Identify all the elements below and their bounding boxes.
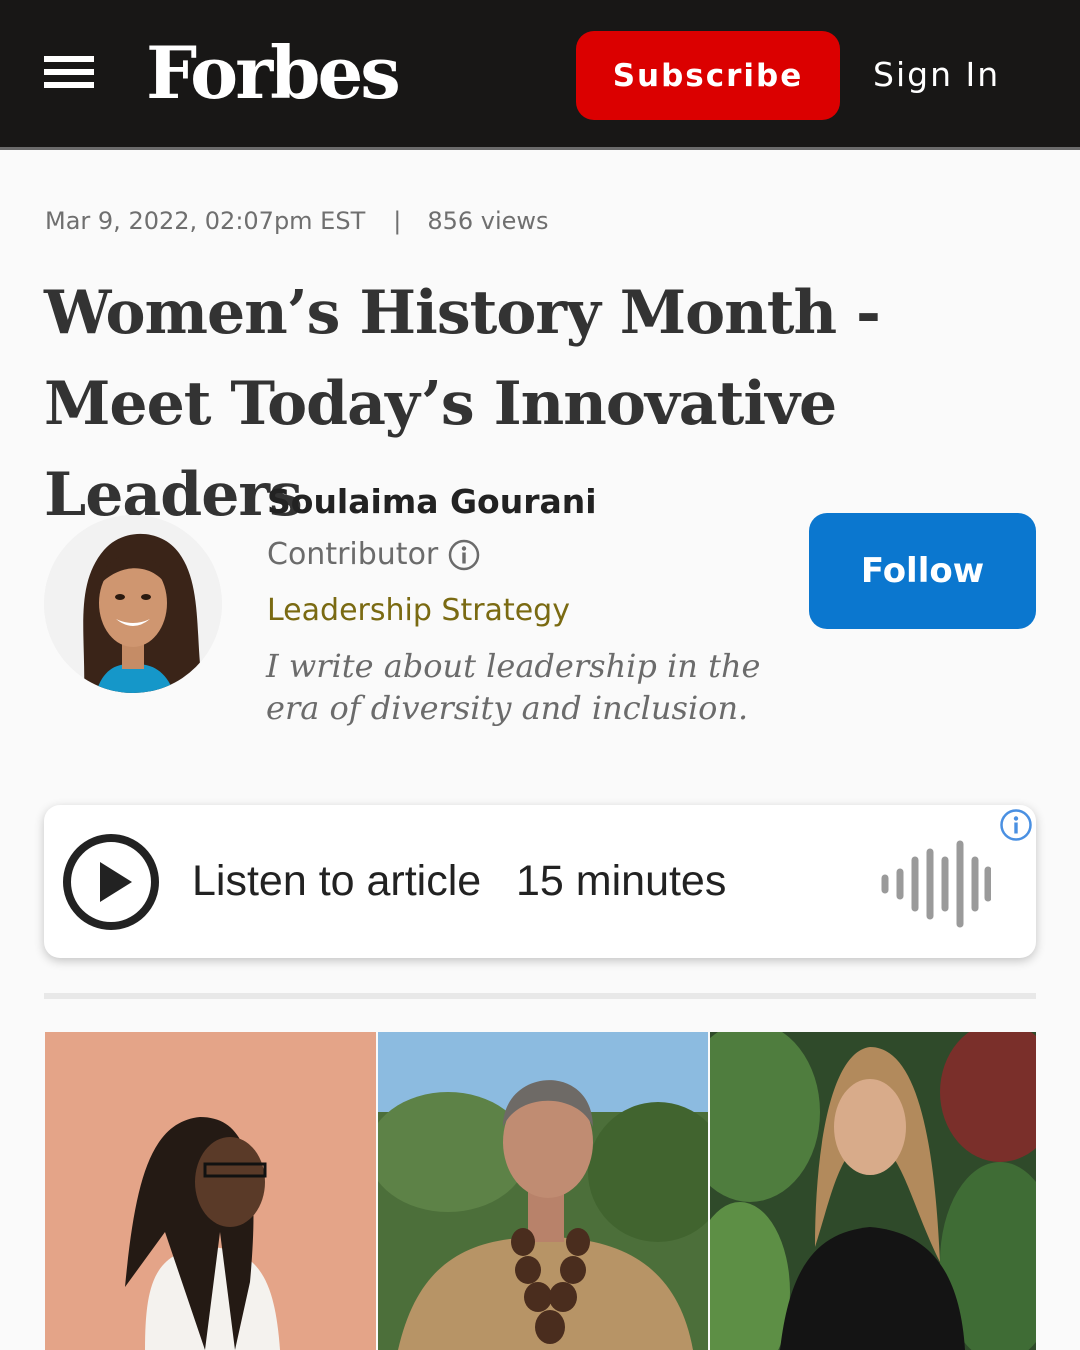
article-meta: Mar 9, 2022, 02:07pm EST | 856 views [45,207,549,235]
author-name[interactable]: Soulaima Gourani [267,482,597,521]
photo-woman-braids [45,1032,376,1350]
forbes-logo[interactable]: Forbes [146,28,401,118]
listen-label: Listen to article [192,857,482,905]
author-channel-link[interactable]: Leadership Strategy [267,593,570,628]
info-icon[interactable] [448,539,480,571]
publish-date: Mar 9, 2022, 02:07pm EST [45,207,366,235]
author-bio: I write about leadership in the era of d… [266,647,761,727]
play-icon[interactable] [62,833,160,931]
photo-woman-garden [710,1032,1036,1350]
subscribe-button[interactable]: Subscribe [576,31,840,120]
author-avatar[interactable] [44,515,222,693]
listen-duration: 15 minutes [516,857,727,905]
sign-in-link[interactable]: Sign In [873,52,1000,98]
waveform-icon [879,838,992,928]
audio-info-icon[interactable] [999,808,1033,842]
site-header: Forbes Subscribe Sign In [0,0,1080,150]
author-role-label: Contributor [267,537,439,572]
follow-button[interactable]: Follow [809,513,1036,629]
meta-separator: | [393,207,402,235]
view-count: 856 views [427,207,549,235]
section-divider [44,993,1036,999]
author-role: Contributor [267,537,480,572]
hamburger-menu-icon[interactable] [44,56,96,90]
photo-woman-necklace [378,1032,708,1350]
listen-to-article-card[interactable]: Listen to article 15 minutes [44,805,1036,958]
